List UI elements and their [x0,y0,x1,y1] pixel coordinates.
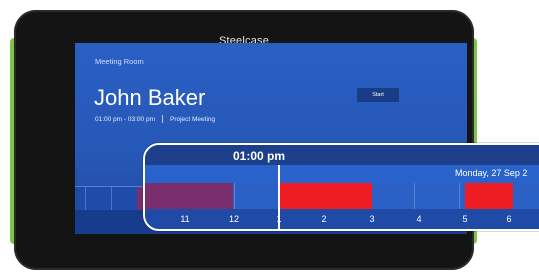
meeting-host: John Baker [94,85,206,110]
meeting-time-range: 01:00 pm - 03:00 pm [95,115,155,123]
meeting-meta: 01:00 pm - 03:00 pm Project Meeting [95,115,215,123]
mini-slot [111,187,137,211]
hour-label: 2 [321,214,327,224]
current-booking[interactable] [279,183,372,209]
zoom-callout: 01:00 pm Monday, 27 Sep 2 11 12 1 2 3 4 … [143,143,539,231]
hour-label: 6 [506,214,512,224]
current-time-bar: 01:00 pm [145,145,539,165]
start-meeting-button[interactable]: Start [357,88,399,102]
mini-slot [85,187,111,211]
hour-label: 4 [416,214,422,224]
timeline-slot[interactable] [414,183,459,209]
later-booking[interactable] [465,183,513,209]
room-label: Meeting Room [95,57,144,66]
photo-stage: Steelcase Meeting Room John Baker 01:00 … [0,0,539,275]
hour-label: 12 [228,214,240,224]
current-date: Monday, 27 Sep 2 [455,168,528,178]
hour-label: 11 [180,214,190,224]
timeline-slot[interactable] [234,183,279,209]
meta-divider [161,115,163,123]
past-booking[interactable] [145,183,233,209]
hour-label: 5 [462,214,468,224]
meeting-title: Project Meeting [169,115,216,123]
current-time-indicator [278,165,280,229]
current-time: 01:00 pm [233,149,286,163]
hour-scale [145,209,539,229]
hour-label: 3 [369,214,375,224]
timeline-slot[interactable] [369,183,414,209]
